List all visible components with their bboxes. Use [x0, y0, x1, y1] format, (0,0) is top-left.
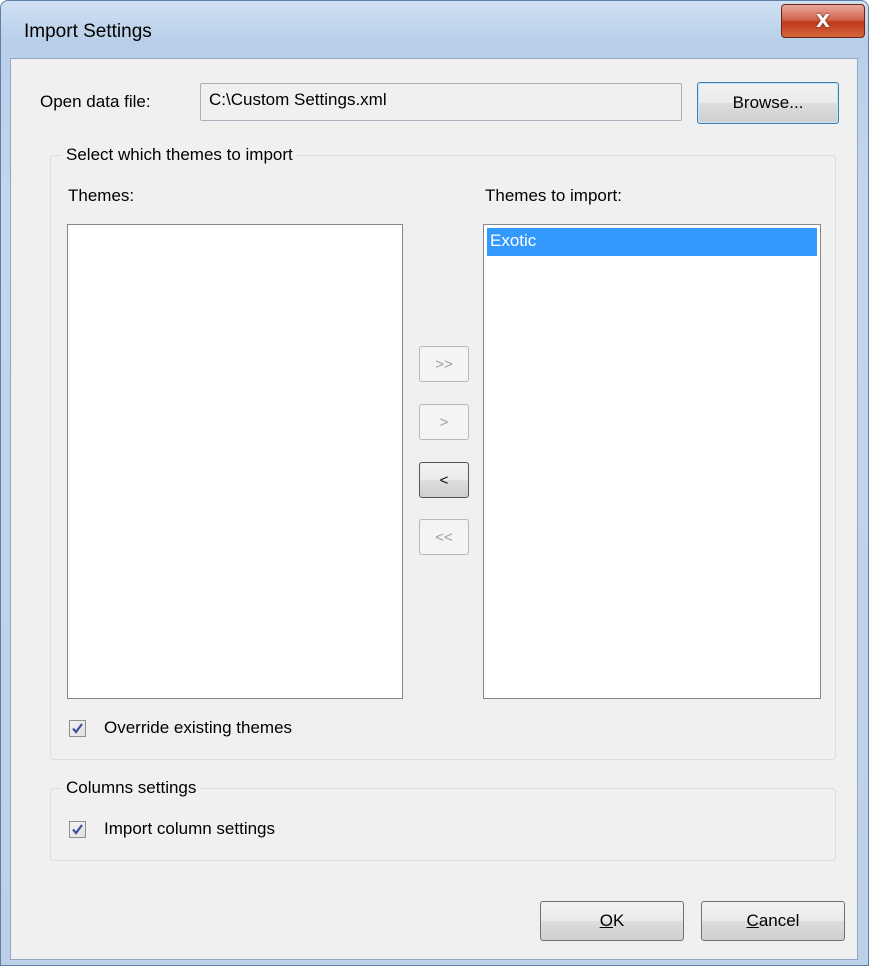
add-button[interactable]: > — [419, 404, 469, 440]
cancel-mnemonic: C — [746, 911, 759, 930]
override-checkbox-label[interactable]: Override existing themes — [104, 718, 292, 738]
window-title: Import Settings — [24, 21, 152, 42]
ok-button-label: OK — [600, 911, 625, 931]
open-file-path-field[interactable]: C:\Custom Settings.xml — [200, 83, 682, 121]
cancel-button-label: Cancel — [747, 911, 800, 931]
themes-listbox[interactable] — [67, 224, 403, 699]
ok-label-rest: K — [612, 911, 625, 930]
remove-all-label: << — [435, 528, 453, 546]
list-item[interactable]: Exotic — [487, 228, 817, 256]
close-button[interactable]: X — [781, 4, 865, 38]
remove-button[interactable]: < — [419, 462, 469, 498]
browse-button-label: Browse... — [732, 93, 804, 112]
remove-label: < — [439, 471, 449, 489]
ok-mnemonic: O — [599, 911, 613, 930]
themes-to-import-listbox[interactable]: Exotic — [483, 224, 821, 699]
checkmark-icon — [72, 824, 83, 835]
import-columns-label[interactable]: Import column settings — [104, 819, 275, 839]
add-all-label: >> — [435, 355, 453, 373]
open-file-label: Open data file: — [40, 92, 151, 111]
themes-list-label: Themes: — [68, 186, 135, 205]
checkmark-icon — [72, 723, 83, 734]
ok-button[interactable]: OK — [540, 901, 684, 941]
themes-group-title: Select which themes to import — [62, 145, 297, 165]
add-label: > — [439, 413, 449, 431]
themes-to-import-label: Themes to import: — [485, 186, 622, 205]
remove-all-button[interactable]: << — [419, 519, 469, 555]
columns-group-title: Columns settings — [62, 778, 201, 798]
open-file-path-value: C:\Custom Settings.xml — [209, 90, 387, 109]
add-all-button[interactable]: >> — [419, 346, 469, 382]
close-icon: X — [816, 10, 830, 32]
import-columns-checkbox[interactable] — [69, 821, 86, 838]
browse-button[interactable]: Browse... — [697, 82, 839, 124]
cancel-label-rest: ancel — [758, 911, 800, 930]
cancel-button[interactable]: Cancel — [701, 901, 845, 941]
override-checkbox[interactable] — [69, 720, 86, 737]
